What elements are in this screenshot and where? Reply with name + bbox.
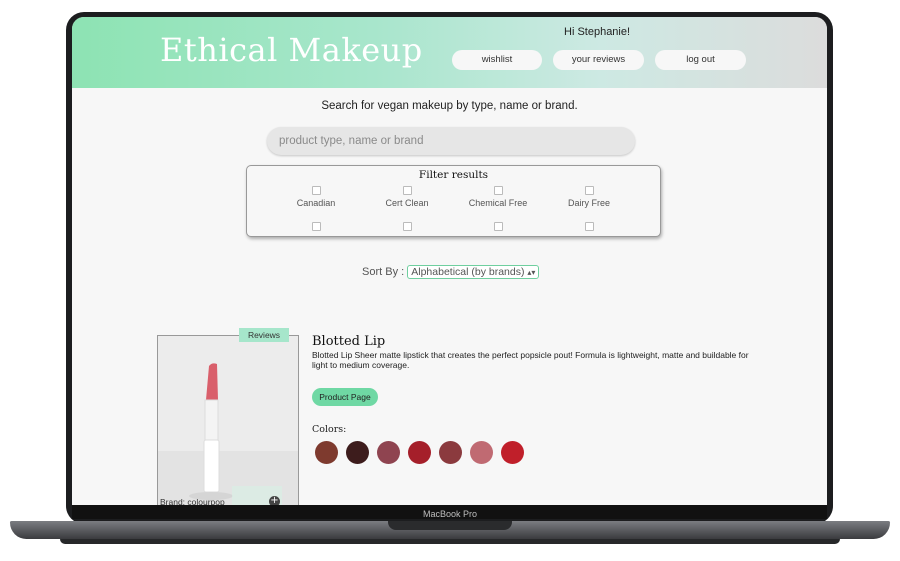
sort-select[interactable]: Alphabetical (by brands) ▴▾ <box>407 265 540 279</box>
search-input[interactable] <box>267 127 635 155</box>
select-arrows-icon: ▴▾ <box>527 268 536 277</box>
color-swatch[interactable] <box>346 441 369 464</box>
filter-checkbox[interactable] <box>312 222 321 231</box>
app-logo[interactable]: Ethical Makeup <box>160 31 423 69</box>
user-greeting: Hi Stephanie! <box>564 26 631 38</box>
filter-title: Filter results <box>418 169 489 181</box>
filter-checkbox[interactable] <box>402 186 412 195</box>
colors-label: Colors: <box>312 424 347 435</box>
filter-checkbox[interactable] <box>311 186 321 195</box>
app-screen: Ethical Makeup Hi Stephanie! wishlist yo… <box>72 17 827 512</box>
product-description: Blotted Lip Sheer matte lipstick that cr… <box>312 350 749 370</box>
filter-label: Chemical Free <box>468 198 528 208</box>
sort-control: Sort By : Alphabetical (by brands) ▴▾ <box>362 265 540 279</box>
filter-checkbox[interactable] <box>403 222 412 231</box>
product-page-button[interactable]: Product Page <box>312 388 378 406</box>
product-name: Blotted Lip <box>312 334 386 349</box>
color-swatch[interactable] <box>377 441 400 464</box>
filter-dairy-free[interactable]: Dairy Free <box>549 186 629 208</box>
search-instruction: Search for vegan makeup by type, name or… <box>321 100 578 112</box>
color-swatch[interactable] <box>501 441 524 464</box>
product-image[interactable] <box>157 335 299 512</box>
color-swatch[interactable] <box>315 441 338 464</box>
filter-checkbox[interactable] <box>585 222 594 231</box>
filter-canadian[interactable]: Canadian <box>276 186 356 208</box>
filter-label: Canadian <box>296 198 336 208</box>
your-reviews-button[interactable]: your reviews <box>553 50 644 70</box>
filter-label: Cert Clean <box>385 198 429 208</box>
reviews-tab[interactable]: Reviews <box>239 328 289 342</box>
filter-label: Dairy Free <box>567 198 610 208</box>
lipstick-image <box>158 336 298 512</box>
laptop-notch <box>388 521 512 530</box>
color-swatch[interactable] <box>439 441 462 464</box>
app-header: Ethical Makeup Hi Stephanie! wishlist yo… <box>72 17 827 88</box>
filter-checkbox[interactable] <box>494 222 503 231</box>
color-swatch[interactable] <box>408 441 431 464</box>
filter-checkbox[interactable] <box>584 186 594 195</box>
color-swatch[interactable] <box>470 441 493 464</box>
wishlist-button[interactable]: wishlist <box>452 50 542 70</box>
laptop-foot <box>60 539 840 544</box>
sort-label: Sort By : <box>362 266 405 278</box>
filter-checkbox[interactable] <box>493 186 503 195</box>
sort-selected-value: Alphabetical (by brands) <box>411 266 525 278</box>
log-out-button[interactable]: log out <box>655 50 746 70</box>
filter-chemical-free[interactable]: Chemical Free <box>458 186 538 208</box>
device-label: MacBook Pro <box>422 509 478 519</box>
filter-panel: Filter results Canadian Cert Clean Chemi… <box>246 165 661 237</box>
filter-cert-clean[interactable]: Cert Clean <box>367 186 447 208</box>
